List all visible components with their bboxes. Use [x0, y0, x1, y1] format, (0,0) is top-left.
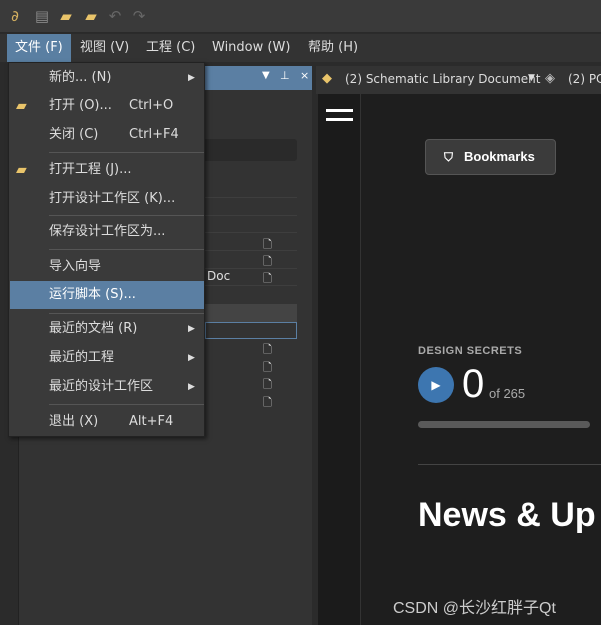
home-sidebar — [318, 94, 361, 625]
bookmarks-button[interactable]: ⛉ Bookmarks — [425, 139, 556, 175]
tab-dropdown-icon[interactable]: ▼ — [528, 73, 535, 83]
menu-item-open-project[interactable]: ▰ 打开工程 (J)... — [10, 156, 204, 184]
schematic-library-icon: ◆ — [322, 71, 332, 86]
menu-file[interactable]: 文件 (F) — [7, 34, 71, 62]
watermark: CSDN @长沙红胖子Qt — [393, 600, 556, 617]
menu-item-close[interactable]: 关闭 (C) Ctrl+F4 — [10, 121, 204, 149]
menu-window[interactable]: Window (W) — [204, 34, 298, 62]
document-icon: 🗋 — [263, 378, 272, 391]
open-project-icon: ▰ — [16, 162, 27, 178]
menu-item-recent-projects[interactable]: 最近的工程 ▶ — [10, 344, 204, 372]
total-count: of 265 — [489, 386, 526, 401]
menu-item-exit[interactable]: 退出 (X) Alt+F4 — [10, 408, 204, 436]
menu-item-import-wizard[interactable]: 导入向导 — [10, 253, 204, 281]
submenu-arrow-icon: ▶ — [188, 73, 195, 83]
play-button[interactable]: ▶ — [418, 367, 454, 403]
hamburger-icon[interactable] — [326, 109, 353, 112]
progress-bar — [418, 421, 590, 428]
search-input[interactable] — [200, 139, 297, 161]
tab-schematic-library[interactable]: (2) Schematic Library Document — [345, 72, 540, 86]
bookmark-icon: ⛉ — [444, 150, 454, 164]
dropdown-icon[interactable]: ▼ — [262, 70, 270, 81]
menu-item-recent-workspaces[interactable]: 最近的设计工作区 ▶ — [10, 373, 204, 401]
menu-item-open[interactable]: ▰ 打开 (O)... Ctrl+O — [10, 92, 204, 120]
open-folder-icon[interactable]: ▰ — [57, 7, 75, 25]
watched-count: 0 — [462, 362, 485, 406]
menu-item-save-workspace-as[interactable]: 保存设计工作区为... — [10, 218, 204, 246]
divider — [418, 464, 601, 465]
menu-view[interactable]: 视图 (V) — [72, 34, 137, 62]
toolbar: ∂ ▤ ▰ ▰ ↶ ↷ — [0, 0, 601, 33]
tab-pcb[interactable]: (2) PCB — [568, 72, 601, 86]
menu-project[interactable]: 工程 (C) — [138, 34, 203, 62]
news-heading: News & Up — [418, 496, 596, 534]
save-icon[interactable]: ▤ — [33, 7, 51, 25]
section-label: DESIGN SECRETS — [418, 345, 523, 357]
pin-icon[interactable]: ⊥ — [280, 69, 290, 82]
close-icon[interactable]: × — [300, 69, 309, 82]
menubar: 文件 (F) 视图 (V) 工程 (C) Window (W) 帮助 (H) — [0, 34, 601, 62]
open-project-icon[interactable]: ▰ — [82, 7, 100, 25]
document-icon: 🗋 — [263, 272, 272, 285]
menu-help[interactable]: 帮助 (H) — [300, 34, 366, 62]
menu-item-new[interactable]: 新的... (N) ▶ — [10, 64, 204, 92]
menu-item-open-workspace[interactable]: 打开设计工作区 (K)... — [10, 185, 204, 213]
pcb-icon: ◈ — [545, 71, 555, 86]
document-tabs: ◆ (2) Schematic Library Document ▼ ◈ (2)… — [316, 66, 601, 94]
document-icon: 🗋 — [263, 396, 272, 409]
altium-logo-icon: ∂ — [11, 7, 19, 25]
open-folder-icon: ▰ — [16, 98, 27, 114]
selected-row[interactable] — [205, 322, 297, 339]
menu-item-recent-documents[interactable]: 最近的文档 (R) ▶ — [10, 315, 204, 343]
menu-item-run-script[interactable]: 运行脚本 (S)... — [10, 281, 204, 309]
file-menu: 新的... (N) ▶ ▰ 打开 (O)... Ctrl+O 关闭 (C) Ctrl+F… — [8, 62, 205, 437]
document-name[interactable]: Doc — [207, 269, 230, 283]
group-header — [205, 304, 297, 322]
redo-icon[interactable]: ↷ — [130, 7, 148, 25]
undo-icon[interactable]: ↶ — [106, 7, 124, 25]
document-icon: 🗋 — [263, 343, 272, 356]
